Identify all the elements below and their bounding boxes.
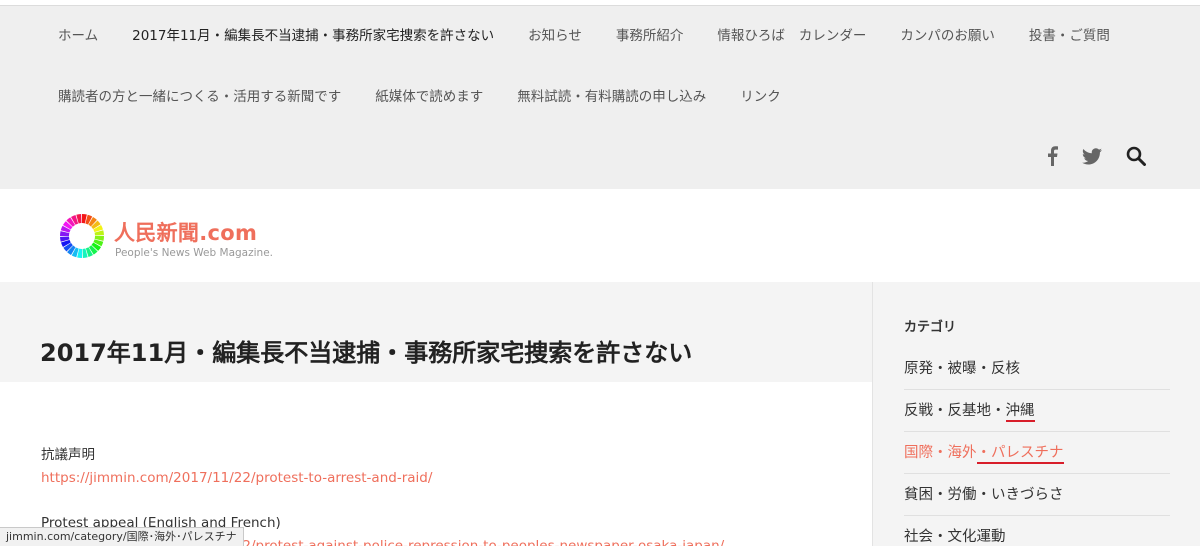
social-icons xyxy=(1022,146,1146,166)
main-content: 2017年11月・編集長不当逮捕・事務所家宅捜索を許さない 抗議声明 https… xyxy=(0,282,872,546)
category-item-active[interactable]: 国際・海外・パレスチナ xyxy=(904,432,1170,474)
red-underline-mark: 沖縄 xyxy=(1005,403,1035,422)
nav-donation[interactable]: カンパのお願い xyxy=(900,27,995,45)
site-title[interactable]: 人民新聞.com xyxy=(114,217,257,247)
nav-office[interactable]: 事務所紹介 xyxy=(616,27,684,45)
twitter-icon[interactable] xyxy=(1082,147,1102,165)
nav-links[interactable]: リンク xyxy=(740,88,781,106)
red-underline-mark: ・パレスチナ xyxy=(976,445,1064,464)
nav-calendar[interactable]: カレンダー xyxy=(799,27,867,45)
nav-row-2: 購読者の方と一緒につくる・活用する新聞です 紙媒体で読めます 無料試読・有料購読… xyxy=(58,88,815,106)
statement-label: 抗議声明 xyxy=(41,447,95,463)
rainbow-ring-logo-icon[interactable] xyxy=(59,213,105,259)
category-item[interactable]: 反戦・反基地・沖縄 xyxy=(904,390,1170,432)
site-tagline: People's News Web Magazine. xyxy=(115,247,273,259)
entry-header: 2017年11月・編集長不当逮捕・事務所家宅捜索を許さない xyxy=(0,282,872,382)
category-item[interactable]: 原発・被曝・反核 xyxy=(904,348,1170,390)
nav-row-1: ホーム 2017年11月・編集長不当逮捕・事務所家宅捜索を許さない お知らせ 事… xyxy=(58,27,1144,45)
page-title: 2017年11月・編集長不当逮捕・事務所家宅捜索を許さない xyxy=(40,339,693,367)
nav-home[interactable]: ホーム xyxy=(58,27,98,45)
category-item[interactable]: 社会・文化運動 xyxy=(904,516,1170,546)
nav-info[interactable]: 情報ひろば xyxy=(717,27,785,45)
browser-status-bar: jimmin.com/category/国際･海外･パレスチナ xyxy=(0,527,244,546)
site-header: 人民新聞.com People's News Web Magazine. xyxy=(0,189,1200,282)
nav-news[interactable]: お知らせ xyxy=(528,27,582,45)
nav-protest-arrest[interactable]: 2017年11月・編集長不当逮捕・事務所家宅捜索を許さない xyxy=(132,27,494,45)
facebook-icon[interactable] xyxy=(1046,146,1058,166)
category-list: 原発・被曝・反核 反戦・反基地・沖縄 国際・海外・パレスチナ 貧困・労働・いきづ… xyxy=(904,348,1170,546)
sidebar: カテゴリ 原発・被曝・反核 反戦・反基地・沖縄 国際・海外・パレスチナ 貧困・労… xyxy=(872,282,1200,546)
search-icon[interactable] xyxy=(1126,146,1146,166)
main-navigation: ホーム 2017年11月・編集長不当逮捕・事務所家宅捜索を許さない お知らせ 事… xyxy=(0,5,1200,189)
nav-readers[interactable]: 購読者の方と一緒につくる・活用する新聞です xyxy=(58,88,341,106)
nav-paper[interactable]: 紙媒体で読めます xyxy=(375,88,483,106)
category-item[interactable]: 貧困・労働・いきづらさ xyxy=(904,474,1170,516)
nav-contact[interactable]: 投書・ご質問 xyxy=(1029,27,1110,45)
category-widget-title: カテゴリ xyxy=(904,320,957,335)
nav-subscribe[interactable]: 無料試読・有料購読の申し込み xyxy=(517,88,706,106)
statement-link[interactable]: https://jimmin.com/2017/11/22/protest-to… xyxy=(41,467,861,490)
